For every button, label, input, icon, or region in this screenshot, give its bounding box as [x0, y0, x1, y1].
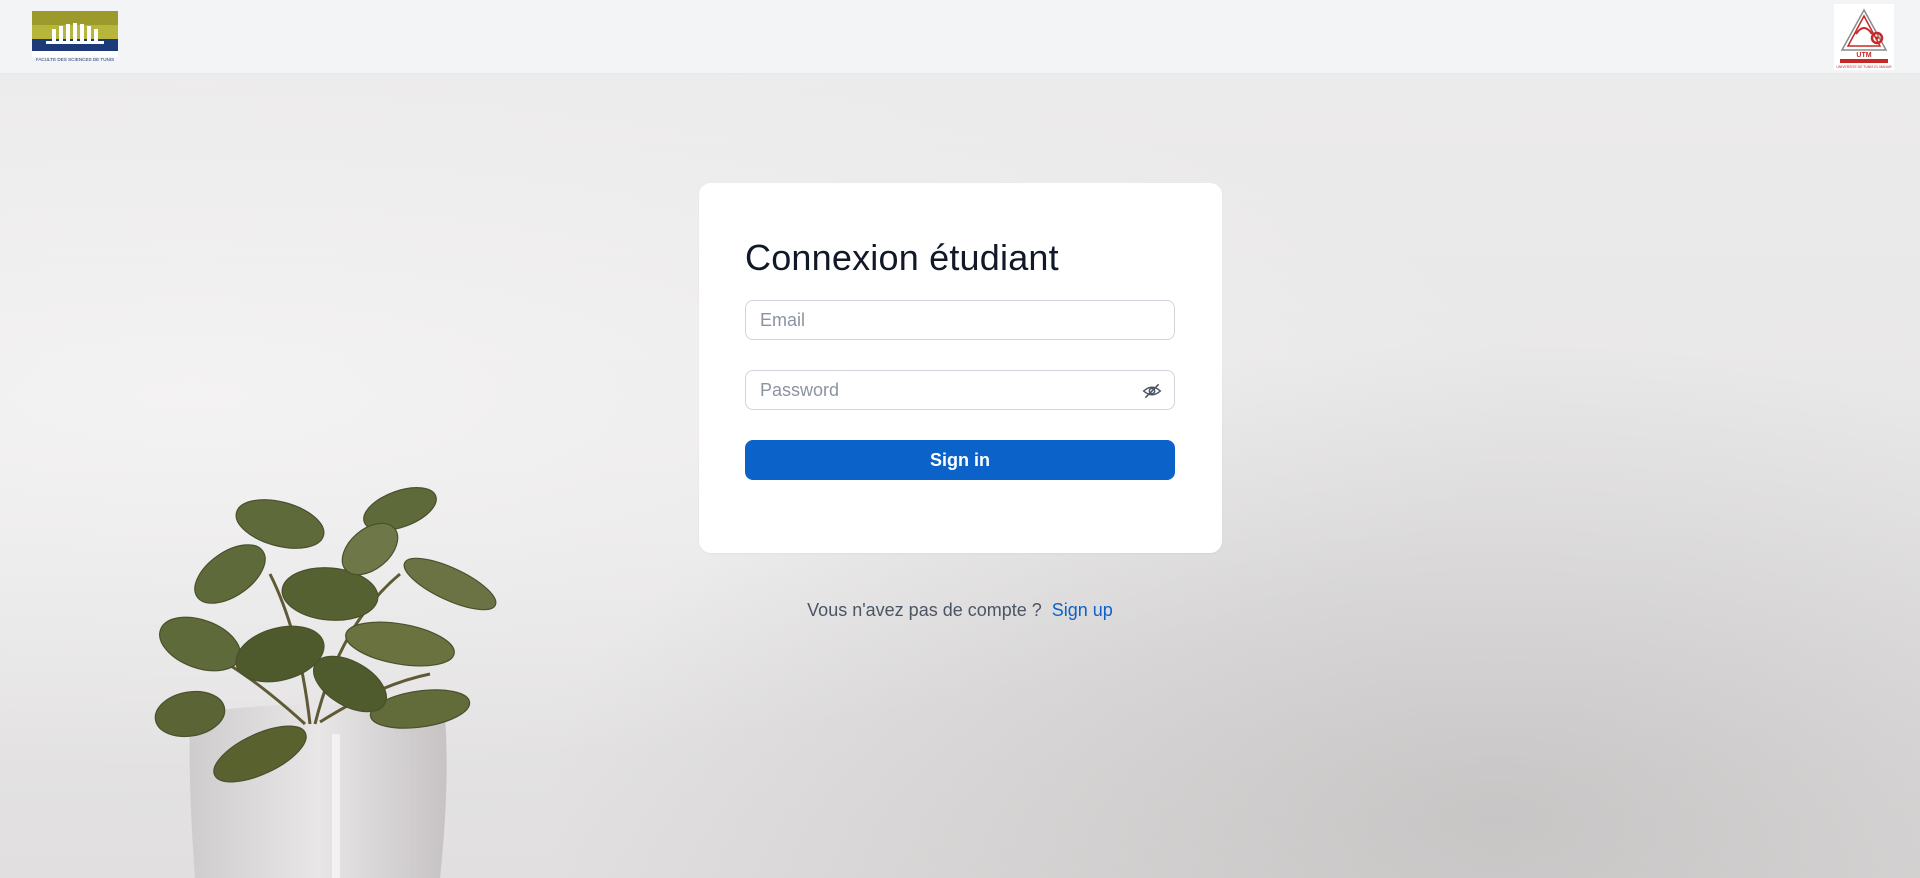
signup-prompt-text: Vous n'avez pas de compte ? — [807, 600, 1042, 620]
svg-text:UNIVERSITE DE TUNIS EL MANAR: UNIVERSITE DE TUNIS EL MANAR — [1836, 65, 1892, 69]
email-field[interactable] — [746, 301, 1174, 339]
top-bar: FACULTE DES SCIENCES DE TUNIS UTM UNIVER… — [0, 0, 1920, 74]
sign-in-button[interactable]: Sign in — [745, 440, 1175, 480]
svg-text:UTM: UTM — [1856, 52, 1871, 59]
page-title: Connexion étudiant — [745, 237, 1059, 278]
signup-prompt-line: Vous n'avez pas de compte ? Sign up — [0, 600, 1920, 621]
password-field[interactable] — [746, 371, 1174, 409]
login-card: Connexion étudiant Sign in — [699, 183, 1222, 553]
svg-text:FACULTE DES SCIENCES DE TUNIS: FACULTE DES SCIENCES DE TUNIS — [36, 57, 114, 62]
plant-image — [154, 487, 497, 878]
university-logo[interactable]: UTM UNIVERSITE DE TUNIS EL MANAR — [1834, 4, 1894, 70]
sign-up-link[interactable]: Sign up — [1052, 600, 1113, 620]
email-field-wrapper — [745, 300, 1175, 340]
eye-off-icon[interactable] — [1142, 381, 1162, 401]
password-field-wrapper — [745, 370, 1175, 410]
faculty-logo[interactable]: FACULTE DES SCIENCES DE TUNIS — [32, 11, 118, 63]
